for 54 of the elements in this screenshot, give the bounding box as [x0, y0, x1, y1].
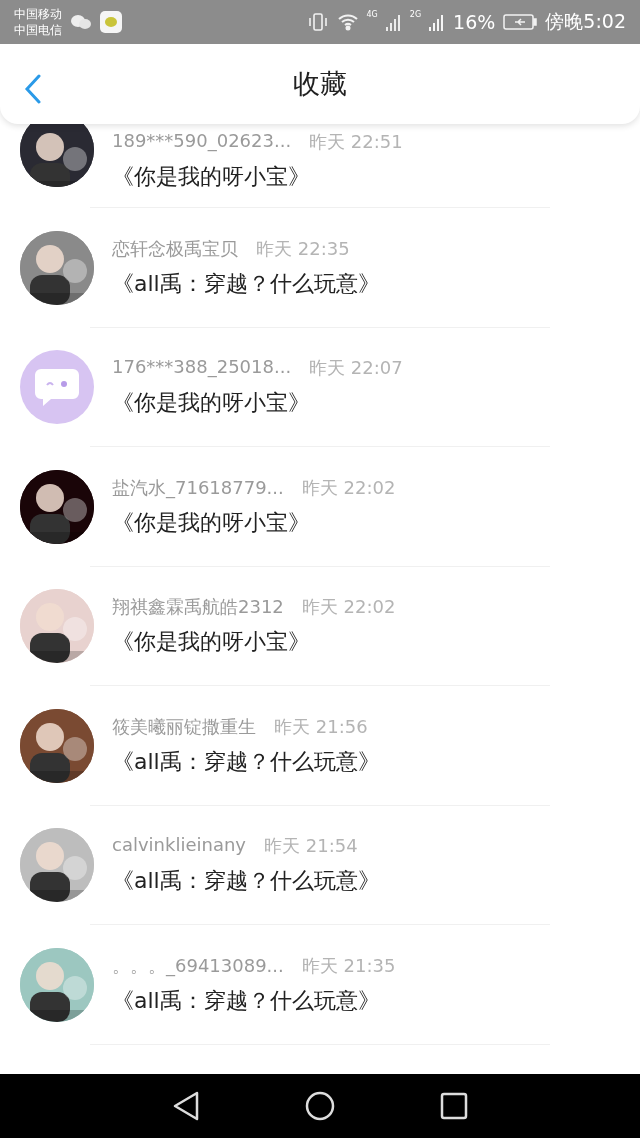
back-icon — [24, 74, 42, 104]
story-title: 《all禹：穿越？什么玩意》 — [112, 986, 381, 1015]
user-name: 176***388_25018... — [112, 356, 292, 380]
story-title: 《all禹：穿越？什么玩意》 — [112, 747, 380, 776]
network-label: 2G — [409, 10, 422, 19]
signal-icon — [429, 13, 446, 31]
home-circle-icon — [305, 1091, 335, 1121]
story-title: 《all禹：穿越？什么玩意》 — [112, 269, 380, 298]
list-row[interactable]: 翔祺鑫霖禹航皓2312 昨天 22:02 《你是我的呀小宝》 — [0, 566, 640, 686]
vibrate-icon — [306, 11, 329, 33]
story-title: 《你是我的呀小宝》 — [112, 389, 311, 418]
timestamp: 昨天 21:54 — [264, 834, 358, 859]
list-row[interactable]: 189***590_02623... 昨天 22:51 《你是我的呀小宝》 — [0, 124, 640, 208]
story-title: 《你是我的呀小宝》 — [112, 628, 311, 657]
list-row[interactable]: 恋轩念极禹宝贝 昨天 22:35 《all禹：穿越？什么玩意》 — [0, 208, 640, 328]
carrier-label: 中国电信 — [14, 22, 62, 38]
home-button[interactable] — [305, 1091, 335, 1121]
battery-percent: 16% — [453, 11, 496, 33]
user-name: 恋轩念极禹宝贝 — [112, 236, 238, 261]
timestamp: 昨天 21:35 — [301, 953, 396, 978]
signal-icon — [385, 13, 402, 31]
list-row[interactable]: 盐汽水_71618779... 昨天 22:02 《你是我的呀小宝》 — [0, 447, 640, 567]
network-label: 4G — [366, 10, 378, 19]
chat-icon — [70, 14, 92, 30]
timestamp: 昨天 22:51 — [309, 130, 403, 154]
list-row[interactable]: 。。。_69413089... 昨天 21:35 《all禹：穿越？什么玩意》 — [0, 925, 640, 1045]
story-title: 《你是我的呀小宝》 — [112, 163, 311, 191]
user-name: 盐汽水_71618779... — [112, 475, 284, 500]
user-name: 。。。_69413089... — [112, 953, 284, 978]
recents-button[interactable] — [440, 1092, 468, 1120]
back-triangle-icon — [172, 1091, 200, 1121]
story-title: 《all禹：穿越？什么玩意》 — [112, 867, 380, 896]
timestamp: 昨天 22:02 — [301, 595, 396, 620]
timestamp: 昨天 22:02 — [301, 475, 396, 500]
battery-icon — [503, 14, 538, 30]
recents-square-icon — [440, 1092, 468, 1120]
list-row[interactable]: 筱美曦丽锭撒重生 昨天 21:56 《all禹：穿越？什么玩意》 — [0, 686, 640, 806]
clock: 傍晚5:02 — [545, 9, 626, 34]
page-title: 收藏 — [293, 67, 347, 101]
user-name: 筱美曦丽锭撒重生 — [112, 714, 256, 739]
user-name: calvinklieinany — [112, 834, 246, 858]
wifi-icon — [336, 13, 359, 31]
timestamp: 昨天 22:35 — [256, 236, 350, 261]
carrier-label: 中国移动 — [14, 6, 62, 22]
list-row[interactable]: 176***388_25018... 昨天 22:07 《你是我的呀小宝》 — [0, 327, 640, 447]
user-name: 189***590_02623... — [112, 130, 292, 154]
list-row[interactable]: calvinklieinany 昨天 21:54 《all禹：穿越？什么玩意》 — [0, 805, 640, 925]
timestamp: 昨天 21:56 — [274, 714, 368, 739]
timestamp: 昨天 22:07 — [309, 356, 403, 381]
story-title: 《你是我的呀小宝》 — [112, 508, 311, 537]
back-nav-button[interactable] — [172, 1091, 200, 1121]
user-name: 翔祺鑫霖禹航皓2312 — [112, 595, 284, 620]
app-icon — [100, 11, 122, 33]
chat-bubble-icon — [33, 367, 81, 408]
